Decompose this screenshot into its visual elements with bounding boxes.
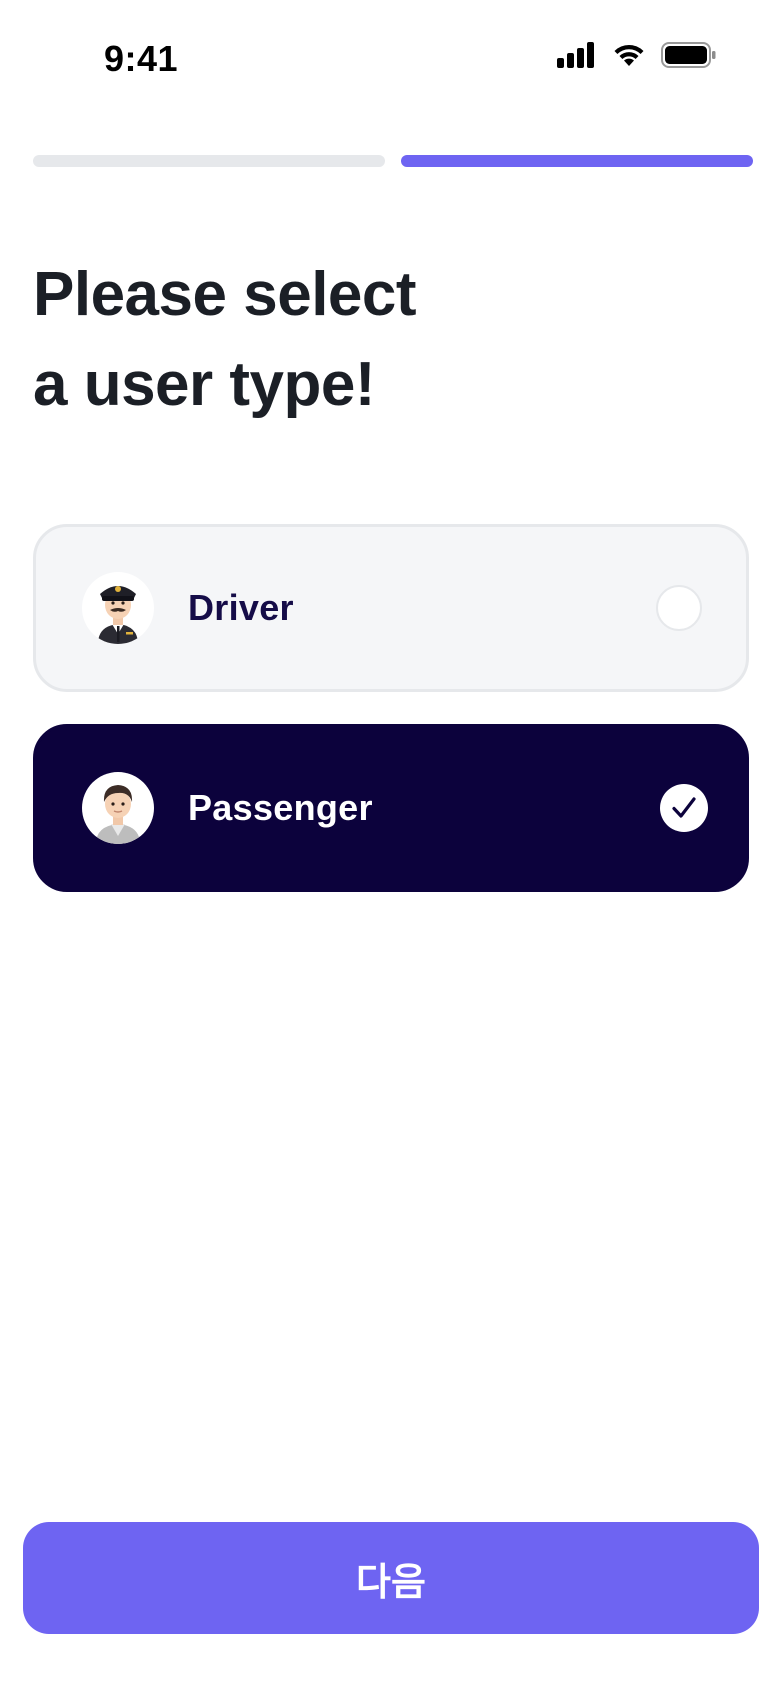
status-bar: 9:41 — [0, 0, 781, 120]
pilot-avatar-icon — [82, 572, 154, 644]
next-button[interactable]: 다음 — [23, 1522, 759, 1634]
user-type-option-passenger[interactable]: Passenger — [33, 724, 749, 892]
status-time: 9:41 — [104, 38, 179, 79]
user-type-option-driver[interactable]: Driver — [33, 524, 749, 692]
page-title-line-1: Please select — [33, 260, 417, 329]
option-label-driver: Driver — [188, 587, 294, 628]
option-label-passenger: Passenger — [188, 787, 373, 828]
status-icons — [557, 42, 717, 73]
progress-step-1 — [33, 155, 385, 167]
progress-step-2-active — [401, 155, 753, 167]
radio-unchecked-icon[interactable] — [656, 585, 702, 631]
page-title-line-2: a user type! — [33, 350, 376, 419]
step-progress-bar — [33, 155, 753, 167]
person-avatar-icon — [82, 772, 154, 844]
cellular-signal-icon — [557, 42, 597, 73]
wifi-icon — [611, 42, 647, 73]
checkmark-icon[interactable] — [660, 784, 708, 832]
battery-icon — [661, 42, 717, 73]
page-title: Please select a user type! — [33, 250, 733, 430]
